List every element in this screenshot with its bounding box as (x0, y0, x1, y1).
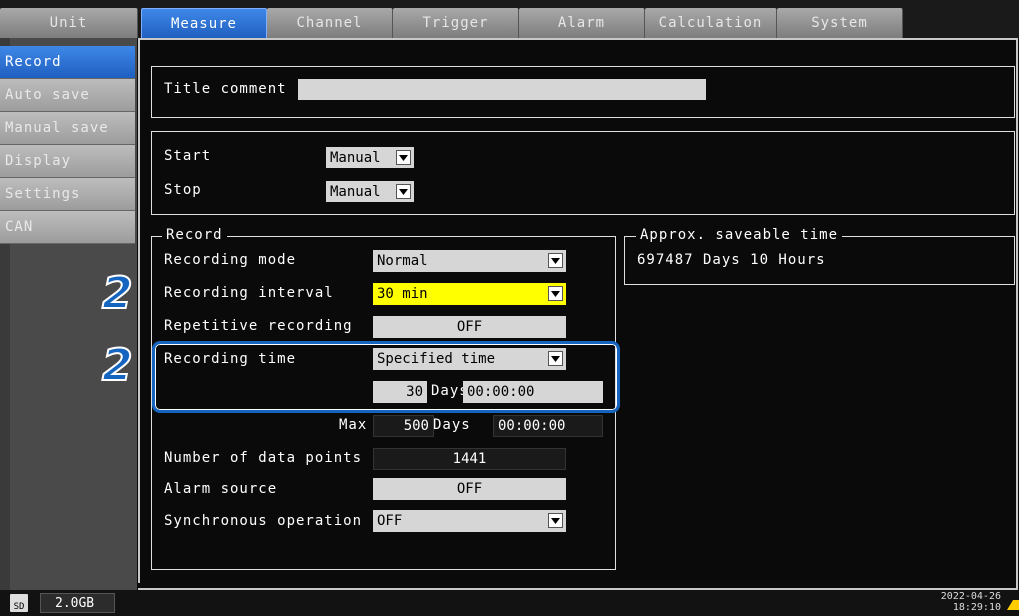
stop-select-value: Manual (330, 183, 381, 200)
tab-channel[interactable]: Channel (267, 8, 393, 38)
chevron-down-icon (548, 253, 563, 268)
max-days-value: 500 (373, 415, 434, 437)
step-callout-2: 2 (101, 339, 134, 392)
chevron-down-icon (396, 150, 411, 165)
recording-time-input[interactable]: 00:00:00 (463, 381, 603, 403)
recording-interval-label: Recording interval (164, 285, 334, 301)
stop-label: Stop (164, 182, 202, 198)
sync-operation-value: OFF (377, 513, 403, 529)
tab-measure[interactable]: Measure (141, 8, 267, 38)
max-time-value: 00:00:00 (493, 415, 603, 437)
start-select-value: Manual (330, 149, 381, 166)
start-stop-frame (151, 131, 1015, 215)
data-points-value: 1441 (373, 448, 566, 470)
sidebar-item-auto-save[interactable]: Auto save (0, 79, 135, 112)
chevron-down-icon (396, 184, 411, 199)
alarm-source-button[interactable]: OFF (373, 478, 566, 500)
record-legend: Record (162, 227, 227, 243)
recording-mode-select[interactable]: Normal (373, 250, 566, 272)
recording-time-label: Recording time (164, 351, 297, 367)
panel-divider (138, 38, 140, 583)
title-comment-input[interactable] (298, 79, 706, 100)
step-callout-1: 2 (101, 267, 134, 320)
max-days-unit: Days (433, 417, 471, 433)
recording-interval-select[interactable]: 30 min (373, 283, 566, 305)
storage-capacity: 2.0GB (40, 593, 115, 613)
start-select[interactable]: Manual (326, 147, 414, 168)
sidebar-item-can[interactable]: CAN (0, 211, 135, 244)
sidebar-item-settings[interactable]: Settings (0, 178, 135, 211)
recording-time-value: Specified time (377, 351, 496, 367)
tab-alarm[interactable]: Alarm (519, 8, 645, 38)
recording-days-input[interactable]: 30 (373, 381, 427, 403)
recording-interval-value: 30 min (377, 286, 428, 302)
data-points-label: Number of data points (164, 450, 363, 466)
repetitive-recording-label: Repetitive recording (164, 318, 353, 334)
alarm-source-label: Alarm source (164, 481, 278, 497)
recording-time-select[interactable]: Specified time (373, 348, 566, 370)
tab-system[interactable]: System (777, 8, 903, 38)
status-indicator-icon (1007, 600, 1019, 610)
tab-bar: Unit Measure Channel Trigger Alarm Calcu… (0, 0, 1019, 38)
sidebar-item-manual-save[interactable]: Manual save (0, 112, 135, 145)
status-bar: SD 2.0GB 2022-04-26 18:29:10 (0, 590, 1019, 616)
chevron-down-icon (548, 286, 563, 301)
saveable-time-legend: Approx. saveable time (636, 227, 843, 243)
chevron-down-icon (548, 351, 563, 366)
chevron-down-icon (548, 513, 563, 528)
sidebar-item-record[interactable]: Record (0, 46, 135, 79)
start-label: Start (164, 148, 212, 164)
recording-mode-value: Normal (377, 253, 428, 269)
clock: 2022-04-26 18:29:10 (941, 591, 1001, 613)
tab-trigger[interactable]: Trigger (393, 8, 519, 38)
recording-mode-label: Recording mode (164, 252, 297, 268)
screen: Unit Measure Channel Trigger Alarm Calcu… (0, 0, 1019, 616)
stop-select[interactable]: Manual (326, 181, 414, 202)
clock-time: 18:29:10 (952, 602, 1001, 613)
tab-calculation[interactable]: Calculation (645, 8, 777, 38)
saveable-time-value: 697487 Days 10 Hours (637, 252, 826, 268)
repetitive-recording-button[interactable]: OFF (373, 316, 566, 338)
sync-operation-select[interactable]: OFF (373, 510, 566, 532)
sd-card-icon: SD (10, 594, 28, 612)
clock-date: 2022-04-26 (940, 591, 1001, 602)
title-comment-label: Title comment (164, 81, 287, 97)
max-label: Max (339, 417, 368, 433)
sync-operation-label: Synchronous operation (164, 513, 363, 529)
sidebar-item-display[interactable]: Display (0, 145, 135, 178)
tab-unit[interactable]: Unit (0, 8, 138, 38)
